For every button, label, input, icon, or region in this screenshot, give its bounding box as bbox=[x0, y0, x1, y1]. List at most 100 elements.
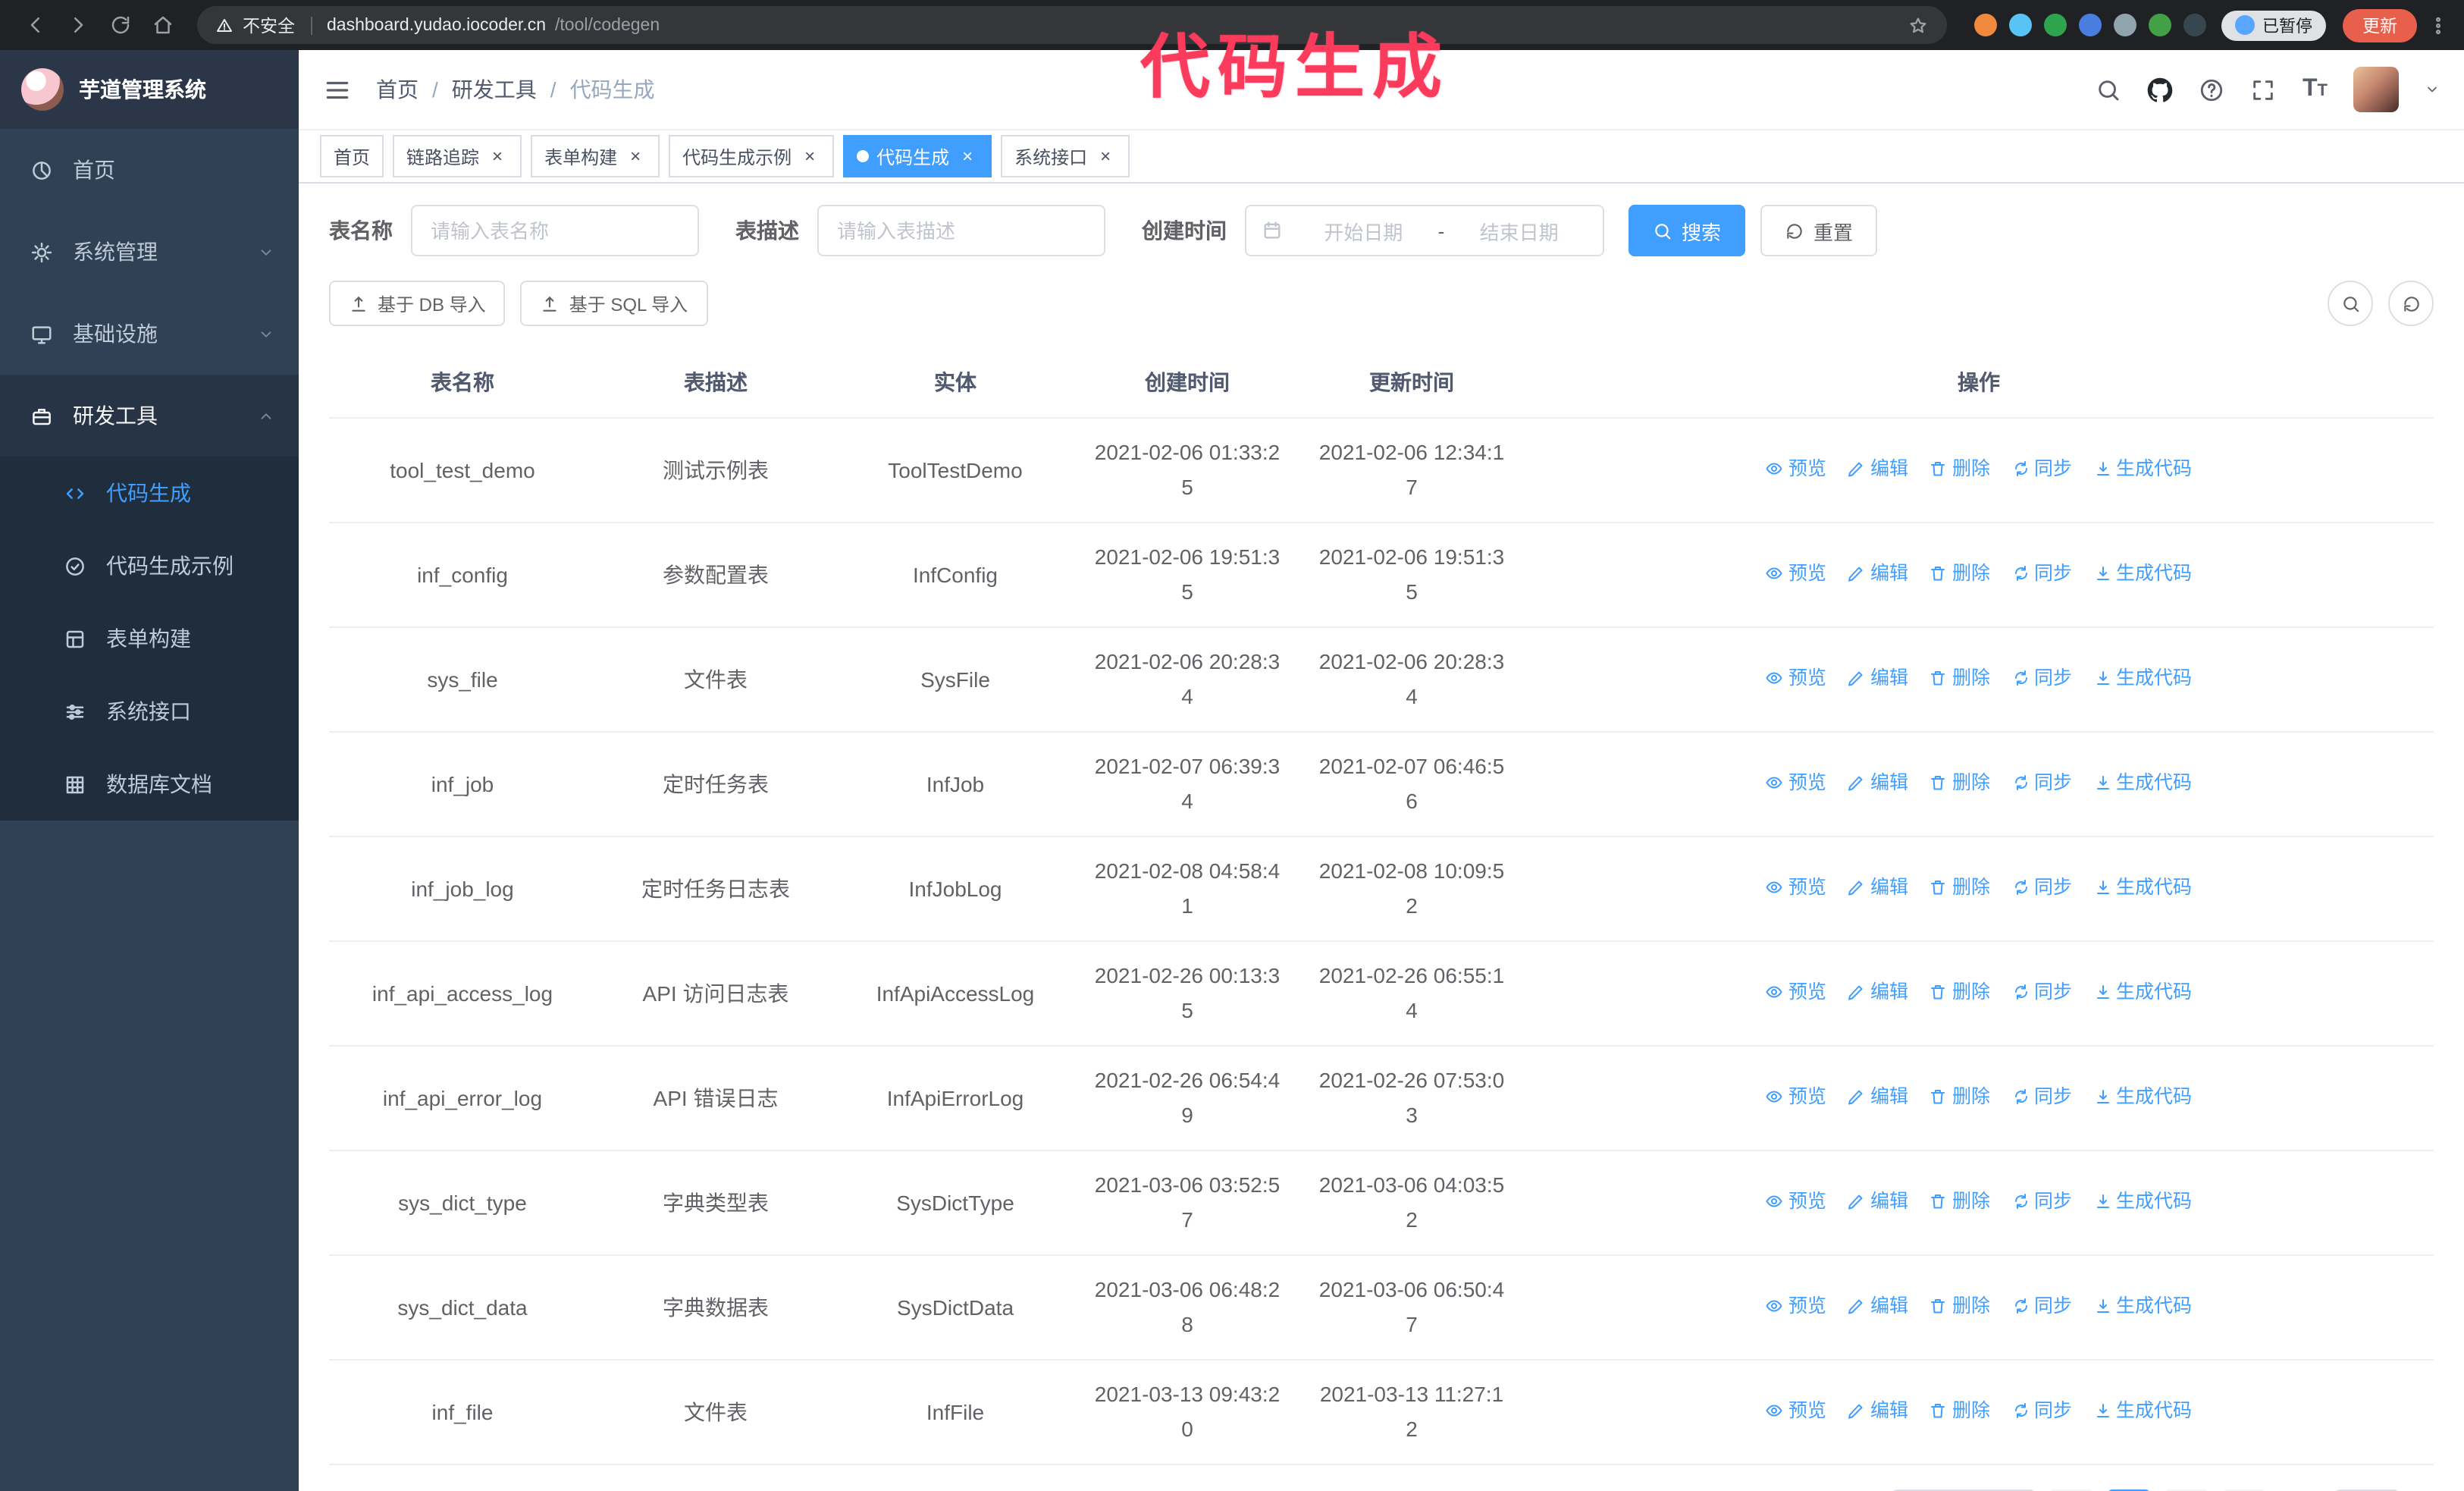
row-action-preview[interactable]: 预览 bbox=[1766, 452, 1826, 487]
tab-close-icon[interactable]: × bbox=[799, 146, 820, 167]
table-name-input[interactable] bbox=[411, 205, 699, 256]
row-action-preview[interactable]: 预览 bbox=[1766, 557, 1826, 592]
sidebar-logo[interactable]: 芋道管理系统 bbox=[0, 50, 299, 129]
row-action-sync[interactable]: 同步 bbox=[2011, 975, 2072, 1010]
address-bar[interactable]: 不安全 dashboard.yudao.iocoder.cn/tool/code… bbox=[197, 6, 1947, 44]
row-action-preview[interactable]: 预览 bbox=[1766, 1289, 1826, 1324]
help-icon[interactable] bbox=[2199, 77, 2225, 102]
row-action-preview[interactable]: 预览 bbox=[1766, 1185, 1826, 1219]
sidebar-item-home[interactable]: 首页 bbox=[0, 129, 299, 211]
browser-back-icon[interactable] bbox=[15, 5, 55, 45]
row-action-delete[interactable]: 删除 bbox=[1930, 452, 1990, 487]
tab-system-api[interactable]: 系统接口 × bbox=[1001, 135, 1130, 177]
row-action-delete[interactable]: 删除 bbox=[1930, 1394, 1990, 1429]
row-action-delete[interactable]: 删除 bbox=[1930, 1185, 1990, 1219]
row-action-sync[interactable]: 同步 bbox=[2011, 871, 2072, 906]
tab-close-icon[interactable]: × bbox=[487, 146, 508, 167]
extension-icon-2[interactable] bbox=[2009, 14, 2032, 36]
paused-badge[interactable]: 已暂停 bbox=[2221, 10, 2326, 40]
row-action-edit[interactable]: 编辑 bbox=[1848, 766, 1908, 801]
extension-icon-6[interactable] bbox=[2149, 14, 2171, 36]
row-action-edit[interactable]: 编辑 bbox=[1848, 975, 1908, 1010]
row-action-sync[interactable]: 同步 bbox=[2011, 452, 2072, 487]
row-action-edit[interactable]: 编辑 bbox=[1848, 1394, 1908, 1429]
extension-icon-7[interactable] bbox=[2183, 14, 2206, 36]
sidebar-subitem-codegen[interactable]: 代码生成 bbox=[0, 457, 299, 529]
browser-home-icon[interactable] bbox=[143, 5, 182, 45]
row-action-preview[interactable]: 预览 bbox=[1766, 766, 1826, 801]
row-action-sync[interactable]: 同步 bbox=[2011, 1185, 2072, 1219]
tab-close-icon[interactable]: × bbox=[625, 146, 646, 167]
row-action-sync[interactable]: 同步 bbox=[2011, 661, 2072, 696]
row-action-generate-code[interactable]: 生成代码 bbox=[2093, 557, 2192, 592]
sidebar-subitem-form-builder[interactable]: 表单构建 bbox=[0, 602, 299, 675]
table-desc-input[interactable] bbox=[817, 205, 1105, 256]
row-action-sync[interactable]: 同步 bbox=[2011, 557, 2072, 592]
create-time-range-picker[interactable]: 开始日期 - 结束日期 bbox=[1245, 205, 1604, 256]
row-action-generate-code[interactable]: 生成代码 bbox=[2093, 766, 2192, 801]
row-action-delete[interactable]: 删除 bbox=[1930, 1289, 1990, 1324]
header-search-icon[interactable] bbox=[2096, 77, 2122, 102]
import-sql-button[interactable]: 基于 SQL 导入 bbox=[520, 281, 708, 326]
row-action-delete[interactable]: 删除 bbox=[1930, 661, 1990, 696]
reset-button[interactable]: 重置 bbox=[1760, 205, 1878, 256]
row-action-edit[interactable]: 编辑 bbox=[1848, 661, 1908, 696]
breadcrumb-item[interactable]: 研发工具 bbox=[452, 74, 537, 105]
row-action-delete[interactable]: 删除 bbox=[1930, 975, 1990, 1010]
row-action-delete[interactable]: 删除 bbox=[1930, 1080, 1990, 1115]
search-button[interactable]: 搜索 bbox=[1629, 205, 1746, 256]
row-action-preview[interactable]: 预览 bbox=[1766, 871, 1826, 906]
fullscreen-icon[interactable] bbox=[2251, 77, 2277, 102]
row-action-preview[interactable]: 预览 bbox=[1766, 1394, 1826, 1429]
row-action-edit[interactable]: 编辑 bbox=[1848, 557, 1908, 592]
import-db-button[interactable]: 基于 DB 导入 bbox=[329, 281, 506, 326]
row-action-generate-code[interactable]: 生成代码 bbox=[2093, 1394, 2192, 1429]
row-action-edit[interactable]: 编辑 bbox=[1848, 452, 1908, 487]
sidebar-toggle-icon[interactable] bbox=[323, 75, 352, 104]
row-action-edit[interactable]: 编辑 bbox=[1848, 1185, 1908, 1219]
github-icon[interactable] bbox=[2148, 77, 2174, 102]
row-action-delete[interactable]: 删除 bbox=[1930, 766, 1990, 801]
extension-icon-3[interactable] bbox=[2044, 14, 2067, 36]
row-action-delete[interactable]: 删除 bbox=[1930, 871, 1990, 906]
row-action-preview[interactable]: 预览 bbox=[1766, 975, 1826, 1010]
row-action-sync[interactable]: 同步 bbox=[2011, 1394, 2072, 1429]
browser-forward-icon[interactable] bbox=[58, 5, 97, 45]
row-action-preview[interactable]: 预览 bbox=[1766, 661, 1826, 696]
tab-close-icon[interactable]: × bbox=[957, 146, 978, 167]
tab-tracer[interactable]: 链路追踪 × bbox=[393, 135, 522, 177]
breadcrumb-item[interactable]: 首页 bbox=[376, 74, 419, 105]
sidebar-subitem-system-api[interactable]: 系统接口 bbox=[0, 675, 299, 748]
tab-home[interactable]: 首页 bbox=[320, 135, 384, 177]
row-action-generate-code[interactable]: 生成代码 bbox=[2093, 661, 2192, 696]
tab-close-icon[interactable]: × bbox=[1095, 146, 1116, 167]
row-action-edit[interactable]: 编辑 bbox=[1848, 1080, 1908, 1115]
refresh-table-button[interactable] bbox=[2388, 281, 2434, 326]
extension-icon-5[interactable] bbox=[2114, 14, 2136, 36]
row-action-preview[interactable]: 预览 bbox=[1766, 1080, 1826, 1115]
row-action-generate-code[interactable]: 生成代码 bbox=[2093, 1185, 2192, 1219]
row-action-generate-code[interactable]: 生成代码 bbox=[2093, 975, 2192, 1010]
row-action-generate-code[interactable]: 生成代码 bbox=[2093, 1080, 2192, 1115]
row-action-sync[interactable]: 同步 bbox=[2011, 1080, 2072, 1115]
sidebar-subitem-codegen-example[interactable]: 代码生成示例 bbox=[0, 529, 299, 602]
avatar-caret-down-icon[interactable] bbox=[2425, 82, 2440, 97]
extension-icon-1[interactable] bbox=[1974, 14, 1997, 36]
browser-menu-icon[interactable] bbox=[2428, 14, 2449, 36]
tab-codegen[interactable]: 代码生成 × bbox=[843, 135, 992, 177]
extension-icon-4[interactable] bbox=[2079, 14, 2102, 36]
row-action-edit[interactable]: 编辑 bbox=[1848, 871, 1908, 906]
font-size-icon[interactable]: TT bbox=[2303, 77, 2328, 102]
row-action-sync[interactable]: 同步 bbox=[2011, 766, 2072, 801]
browser-update-button[interactable]: 更新 bbox=[2343, 8, 2417, 42]
row-action-sync[interactable]: 同步 bbox=[2011, 1289, 2072, 1324]
sidebar-subitem-db-doc[interactable]: 数据库文档 bbox=[0, 748, 299, 821]
row-action-generate-code[interactable]: 生成代码 bbox=[2093, 871, 2192, 906]
bookmark-star-icon[interactable] bbox=[1908, 14, 1929, 36]
row-action-edit[interactable]: 编辑 bbox=[1848, 1289, 1908, 1324]
row-action-generate-code[interactable]: 生成代码 bbox=[2093, 452, 2192, 487]
sidebar-item-infra[interactable]: 基础设施 bbox=[0, 293, 299, 375]
sidebar-item-devtools[interactable]: 研发工具 bbox=[0, 375, 299, 457]
sidebar-item-system[interactable]: 系统管理 bbox=[0, 211, 299, 293]
row-action-generate-code[interactable]: 生成代码 bbox=[2093, 1289, 2192, 1324]
